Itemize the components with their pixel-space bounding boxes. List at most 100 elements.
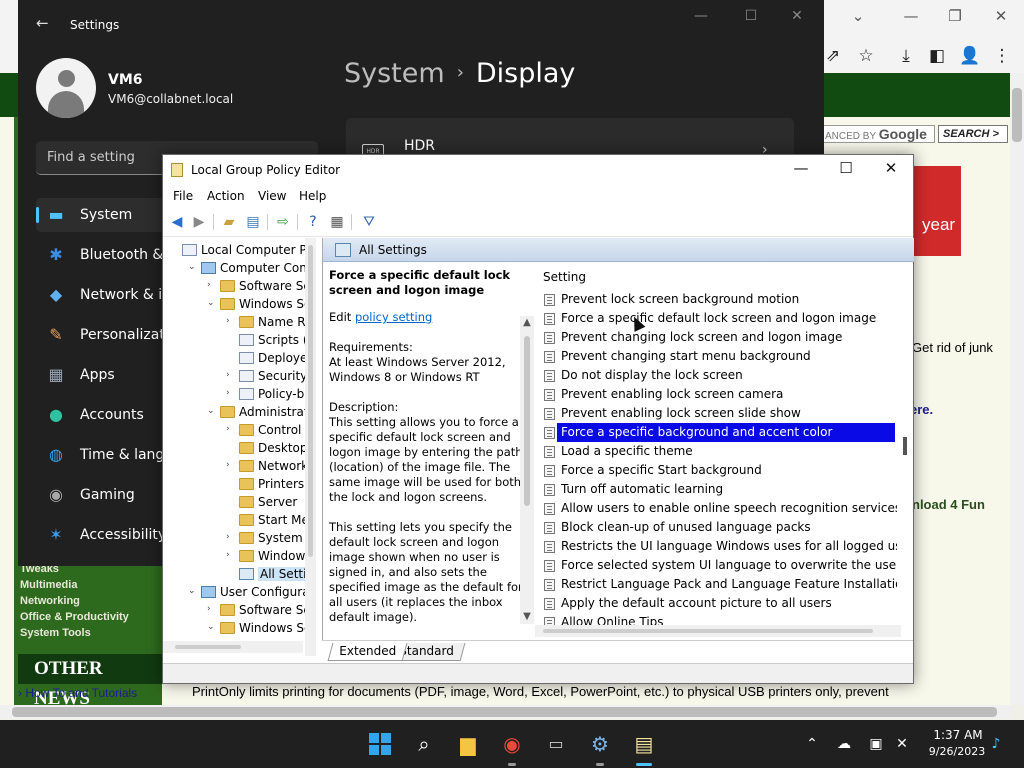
menu-help[interactable]: Help — [299, 189, 326, 203]
setting-row[interactable]: Turn off automatic learning — [541, 480, 897, 499]
volume-muted-icon[interactable]: ✕ — [892, 734, 912, 754]
menu-action[interactable]: Action — [207, 189, 245, 203]
menu-file[interactable]: File — [173, 189, 193, 203]
setting-row[interactable]: Allow users to enable online speech reco… — [541, 499, 897, 518]
network-icon[interactable]: ▣ — [866, 734, 886, 754]
tab-extended[interactable]: Extended — [327, 643, 408, 661]
side-panel-icon[interactable]: ◧ — [924, 44, 950, 68]
setting-row[interactable]: Prevent changing lock screen and logon i… — [541, 328, 897, 347]
list-vertical-scroll-thumb[interactable] — [903, 437, 907, 455]
properties-icon[interactable]: ▦ — [327, 212, 347, 232]
setting-row[interactable]: Restrict Language Pack and Language Feat… — [541, 575, 897, 594]
expanded-chevron-icon[interactable]: ⌄ — [188, 586, 198, 596]
restore-icon[interactable]: ❐ — [940, 4, 970, 28]
back-arrow-icon[interactable]: ← — [36, 14, 49, 32]
expanded-chevron-icon[interactable]: ⌄ — [188, 262, 198, 272]
minimize-icon[interactable]: — — [686, 8, 716, 28]
collapsed-chevron-icon[interactable]: › — [226, 424, 236, 434]
setting-row[interactable]: Force a specific default lock screen and… — [541, 309, 897, 328]
collapsed-chevron-icon[interactable]: › — [226, 550, 236, 560]
clock-time[interactable]: 1:37 AM — [928, 728, 988, 742]
list-horizontal-scroll-thumb[interactable] — [543, 629, 873, 633]
maximize-icon[interactable]: ☐ — [826, 159, 866, 181]
category-link[interactable]: System Tools — [20, 627, 91, 639]
setting-row[interactable]: Block clean-up of unused language packs — [541, 518, 897, 537]
collapsed-chevron-icon[interactable]: › — [226, 460, 236, 470]
settings-gear-icon[interactable]: ⚙ — [586, 730, 614, 758]
filter-icon[interactable]: ⛛ — [359, 212, 379, 232]
tree-vertical-scroll-thumb[interactable] — [308, 245, 313, 557]
category-link[interactable]: Office & Productivity — [20, 611, 129, 623]
profile-icon[interactable]: 👤 — [957, 44, 983, 68]
news-line[interactable]: PrintOnly limits printing for documents … — [192, 684, 1012, 702]
howto-link[interactable]: › How To and Tutorials — [18, 686, 137, 700]
setting-row[interactable]: Load a specific theme — [541, 442, 897, 461]
chrome-icon[interactable]: ◉ — [498, 730, 526, 758]
site-search-button[interactable]: SEARCH > — [938, 125, 1008, 143]
collapsed-chevron-icon[interactable]: › — [226, 370, 236, 380]
policy-tree[interactable]: Local Computer Polic ⌄ Computer Config › Sof… — [163, 238, 316, 656]
search-icon[interactable]: ⌕ — [410, 730, 438, 758]
download-icon[interactable]: ⤓ — [893, 44, 919, 68]
column-header-setting[interactable]: Setting — [543, 270, 586, 284]
setting-row[interactable]: Force selected system UI language to ove… — [541, 556, 897, 575]
collapsed-chevron-icon[interactable]: › — [226, 532, 236, 542]
site-search-input[interactable]: ANCED BY Google — [820, 125, 935, 143]
chevron-up-icon[interactable]: ⌃ — [802, 734, 822, 754]
description-scroll-thumb[interactable] — [524, 336, 530, 506]
collapsed-chevron-icon[interactable]: › — [226, 316, 236, 326]
setting-row[interactable]: Prevent lock screen background motion — [541, 290, 897, 309]
collapsed-chevron-icon[interactable]: › — [207, 604, 217, 614]
breadcrumb-parent[interactable]: System — [344, 58, 445, 89]
scroll-up-icon[interactable]: ▲ — [520, 316, 534, 330]
more-menu-icon[interactable]: ⋮ — [989, 44, 1015, 68]
setting-row[interactable]: Prevent enabling lock screen slide show — [541, 404, 897, 423]
ad-banner[interactable]: year — [906, 166, 961, 256]
maximize-icon[interactable]: ☐ — [736, 8, 766, 28]
setting-row[interactable]: Prevent enabling lock screen camera — [541, 385, 897, 404]
browser-vertical-scroll-thumb[interactable] — [1012, 88, 1022, 142]
setting-row[interactable]: Apply the default account picture to all… — [541, 594, 897, 613]
show-hide-tree-icon[interactable]: ▤ — [243, 212, 263, 232]
browser-vertical-scrollbar[interactable] — [1010, 73, 1024, 705]
expanded-chevron-icon[interactable]: ⌄ — [207, 406, 217, 416]
menu-view[interactable]: View — [258, 189, 286, 203]
scroll-down-icon[interactable]: ▼ — [520, 610, 534, 624]
forward-arrow-icon[interactable]: ▶ — [189, 212, 209, 232]
category-link[interactable]: Multimedia — [20, 579, 77, 591]
setting-row[interactable]: Force a specific background and accent c… — [541, 423, 897, 442]
collapsed-chevron-icon[interactable]: › — [226, 388, 236, 398]
minimize-icon[interactable]: — — [896, 4, 926, 28]
close-icon[interactable]: ✕ — [986, 4, 1016, 28]
browser-horizontal-scroll-thumb[interactable] — [12, 707, 997, 717]
policy-editor-task-icon[interactable]: ▤ — [630, 730, 658, 758]
terminal-icon[interactable]: ▭ — [542, 730, 570, 758]
windows-start-icon[interactable] — [369, 733, 391, 755]
export-list-icon[interactable]: ⇨ — [273, 212, 293, 232]
policy-setting-link[interactable]: policy setting — [355, 310, 432, 324]
clock-date[interactable]: 9/26/2023 — [922, 745, 992, 758]
notification-bell-icon[interactable]: ♪ — [986, 734, 1006, 754]
up-folder-icon[interactable]: ▰ — [219, 212, 239, 232]
star-icon[interactable]: ☆ — [853, 44, 879, 68]
site-link-download[interactable]: nload 4 Fun — [912, 497, 985, 512]
category-link[interactable]: Networking — [20, 595, 80, 607]
setting-row[interactable]: Force a specific Start background — [541, 461, 897, 480]
chevron-down-icon[interactable]: ⌄ — [843, 4, 873, 28]
back-arrow-icon[interactable]: ◀ — [167, 212, 187, 232]
close-icon[interactable]: ✕ — [871, 159, 911, 181]
avatar[interactable] — [36, 58, 96, 118]
file-explorer-icon[interactable]: ▆ — [454, 730, 482, 758]
expanded-chevron-icon[interactable]: ⌄ — [207, 622, 217, 632]
settings-list[interactable]: Setting Prevent lock screen background m… — [535, 268, 901, 626]
onedrive-icon[interactable]: ☁ — [834, 734, 854, 754]
expanded-chevron-icon[interactable]: ⌄ — [207, 298, 217, 308]
minimize-icon[interactable]: — — [781, 159, 821, 181]
setting-row[interactable]: Prevent changing start menu background — [541, 347, 897, 366]
help-icon[interactable]: ? — [303, 212, 323, 232]
setting-row[interactable]: Do not display the lock screen — [541, 366, 897, 385]
setting-row[interactable]: Restricts the UI language Windows uses f… — [541, 537, 897, 556]
collapsed-chevron-icon[interactable]: › — [207, 280, 217, 290]
tree-horizontal-scroll-thumb[interactable] — [175, 645, 241, 649]
close-icon[interactable]: ✕ — [782, 8, 812, 28]
